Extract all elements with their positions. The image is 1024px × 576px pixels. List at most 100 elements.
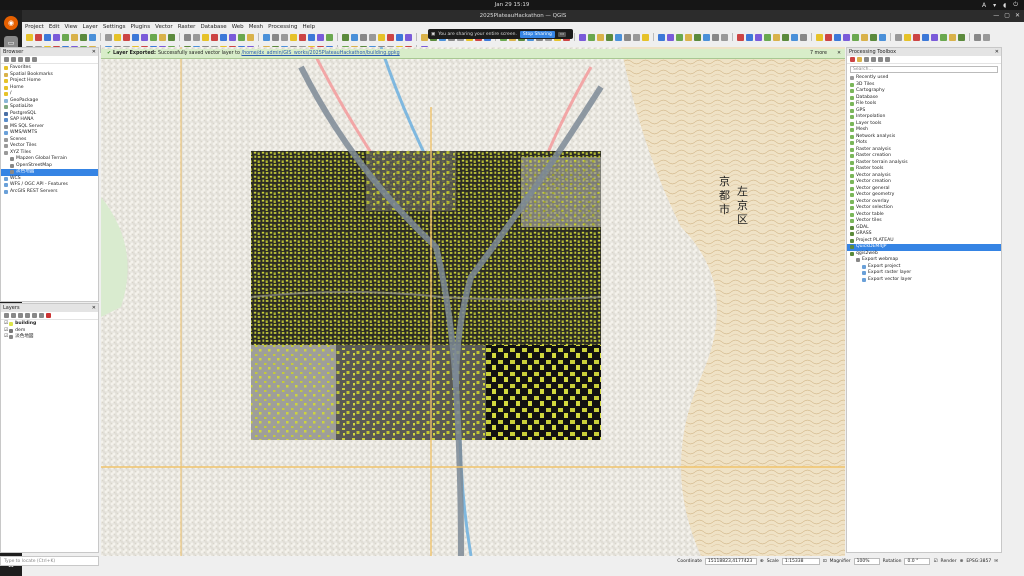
toolbar-tool-icon[interactable] <box>721 33 728 41</box>
toolbar-tool-icon[interactable] <box>816 33 823 41</box>
toolbar-tool-icon[interactable] <box>782 33 789 41</box>
toolbar-tool-icon[interactable] <box>360 33 367 41</box>
toolbar-tool-icon[interactable] <box>114 33 121 41</box>
toolbar-tool-icon[interactable] <box>624 33 631 41</box>
toolbar-tool-icon[interactable] <box>123 33 130 41</box>
layer-style-icon[interactable] <box>4 313 9 318</box>
menu-view[interactable]: View <box>64 24 77 30</box>
toolbar-tool-icon[interactable] <box>308 33 315 41</box>
toolbar-tool-icon[interactable] <box>931 33 938 41</box>
window-titlebar[interactable]: 2025PlateauHackathon — QGIS — ▢ ✕ <box>22 10 1024 22</box>
toolbar-tool-icon[interactable] <box>870 33 877 41</box>
collapse-all-icon[interactable] <box>39 313 44 318</box>
toolbar-tool-icon[interactable] <box>685 33 692 41</box>
toolbar-tool-icon[interactable] <box>105 33 112 41</box>
power-icon[interactable]: ⏻ <box>1013 1 1018 9</box>
toolbar-tool-icon[interactable] <box>405 33 412 41</box>
toolbar-tool-icon[interactable] <box>369 33 376 41</box>
menu-help[interactable]: Help <box>303 24 316 30</box>
map-canvas[interactable]: 京 都 市 左 京 区 <box>101 47 845 556</box>
toolbar-tool-icon[interactable] <box>834 33 841 41</box>
stop-sharing-button[interactable]: Stop Sharing <box>519 30 555 38</box>
toolbar-tool-icon[interactable] <box>35 33 42 41</box>
system-clock[interactable]: Jan 29 15:19 <box>0 2 1024 8</box>
toolbar-tool-icon[interactable] <box>940 33 947 41</box>
toolbar-tool-icon[interactable] <box>247 33 254 41</box>
toolbar-tool-icon[interactable] <box>764 33 771 41</box>
toolbar-tool-icon[interactable] <box>159 33 166 41</box>
toolbar-tool-icon[interactable] <box>658 33 665 41</box>
toolbar-tool-icon[interactable] <box>913 33 920 41</box>
toolbar-tool-icon[interactable] <box>588 33 595 41</box>
system-tray[interactable]: A ▾ ◖ ⏻ <box>982 1 1018 9</box>
toolbar-tool-icon[interactable] <box>958 33 965 41</box>
menu-processing[interactable]: Processing <box>268 24 297 30</box>
processing-search-input[interactable]: Search... <box>850 66 998 73</box>
layer-item[interactable]: ☑ 淡色地図 <box>1 334 98 341</box>
menu-plugins[interactable]: Plugins <box>130 24 150 30</box>
toolbar-tool-icon[interactable] <box>193 33 200 41</box>
coordinate-field[interactable]: 15118823,4177423 <box>704 557 757 565</box>
toolbar-tool-icon[interactable] <box>132 33 139 41</box>
toolbar-tool-icon[interactable] <box>229 33 236 41</box>
edit-features-icon[interactable] <box>878 57 883 62</box>
toolbar-tool-icon[interactable] <box>861 33 868 41</box>
scale-lock-icon[interactable]: ⊡ <box>823 559 827 564</box>
expand-all-icon[interactable] <box>32 313 37 318</box>
manage-themes-icon[interactable] <box>18 313 23 318</box>
toolbar-tool-icon[interactable] <box>326 33 333 41</box>
toolbar-tool-icon[interactable] <box>272 33 279 41</box>
toolbar-tool-icon[interactable] <box>597 33 604 41</box>
toolbar-tool-icon[interactable] <box>184 33 191 41</box>
scripts-icon[interactable] <box>857 57 862 62</box>
crs-icon[interactable]: ⊕ <box>960 559 964 564</box>
menu-settings[interactable]: Settings <box>103 24 126 30</box>
toolbar-tool-icon[interactable] <box>825 33 832 41</box>
toolbar-tool-icon[interactable] <box>220 33 227 41</box>
toolbar-tool-icon[interactable] <box>89 33 96 41</box>
toolbar-tool-icon[interactable] <box>895 33 902 41</box>
toolbar-tool-icon[interactable] <box>773 33 780 41</box>
toolbar-tool-icon[interactable] <box>396 33 403 41</box>
browser-item[interactable]: ArcGIS REST Servers <box>1 189 98 196</box>
toolbar-tool-icon[interactable] <box>852 33 859 41</box>
toolbar-tool-icon[interactable] <box>150 33 157 41</box>
share-menu-icon[interactable]: ▭ <box>557 31 567 37</box>
layer-visibility-checkbox[interactable]: ☑ <box>4 334 8 341</box>
toolbar-tool-icon[interactable] <box>238 33 245 41</box>
results-icon[interactable] <box>871 57 876 62</box>
toolbar-tool-icon[interactable] <box>922 33 929 41</box>
panel-close-icon[interactable]: ✕ <box>92 305 96 311</box>
processing-item[interactable]: Export vector layer <box>847 277 1001 284</box>
messages-icon[interactable]: ✉ <box>994 559 998 564</box>
add-group-icon[interactable] <box>11 313 16 318</box>
toolbar-tool-icon[interactable] <box>281 33 288 41</box>
magnifier-field[interactable]: 100% <box>853 557 880 565</box>
maximize-icon[interactable]: ▢ <box>1004 12 1010 19</box>
rotation-field[interactable]: 0.0 ° <box>904 557 931 565</box>
toolbar-tool-icon[interactable] <box>755 33 762 41</box>
toolbar-tool-icon[interactable] <box>168 33 175 41</box>
toolbar-tool-icon[interactable] <box>202 33 209 41</box>
toolbar-tool-icon[interactable] <box>974 33 981 41</box>
toolbar-tool-icon[interactable] <box>26 33 33 41</box>
toolbar-tool-icon[interactable] <box>676 33 683 41</box>
toolbar-tool-icon[interactable] <box>712 33 719 41</box>
refresh-icon[interactable] <box>11 57 16 62</box>
toolbar-tool-icon[interactable] <box>983 33 990 41</box>
render-checkbox[interactable]: ☑ <box>933 559 937 564</box>
firefox-icon[interactable]: ◉ <box>4 16 18 30</box>
toolbar-tool-icon[interactable] <box>263 33 270 41</box>
toolbar-tool-icon[interactable] <box>141 33 148 41</box>
toolbar-tool-icon[interactable] <box>800 33 807 41</box>
collapse-icon[interactable] <box>25 57 30 62</box>
menu-vector[interactable]: Vector <box>155 24 173 30</box>
toolbar-tool-icon[interactable] <box>606 33 613 41</box>
toolbar-tool-icon[interactable] <box>703 33 710 41</box>
menu-edit[interactable]: Edit <box>49 24 60 30</box>
close-icon[interactable]: ✕ <box>1015 12 1020 19</box>
locator-input[interactable]: Type to locate (Ctrl+K) <box>0 556 99 566</box>
properties-icon[interactable] <box>32 57 37 62</box>
toolbar-tool-icon[interactable] <box>211 33 218 41</box>
toolbar-tool-icon[interactable] <box>694 33 701 41</box>
